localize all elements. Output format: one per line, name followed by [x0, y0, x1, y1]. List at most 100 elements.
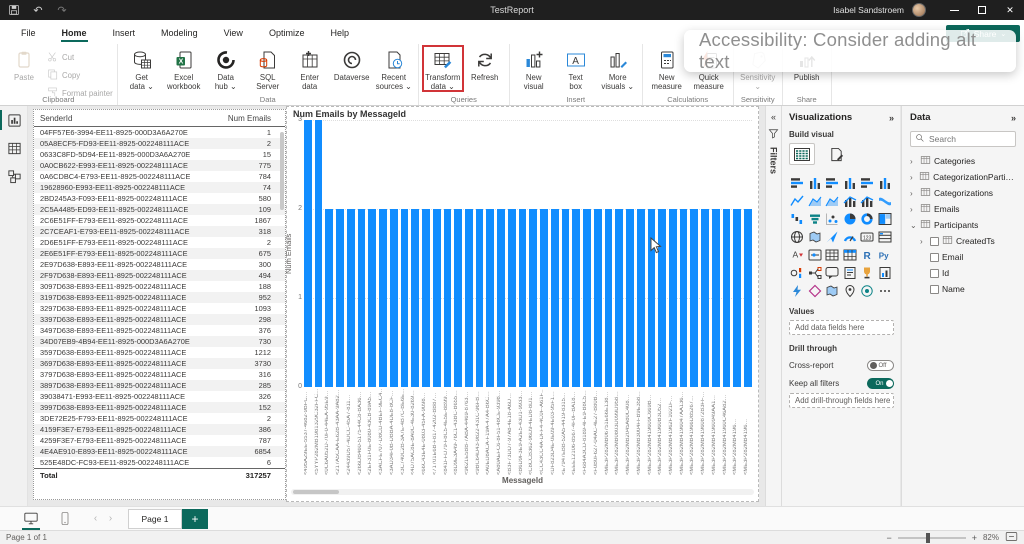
table-row[interactable]: 2C7CEAF1-E793-EE11-8925-002248111ACE318 — [34, 226, 285, 237]
bar[interactable] — [486, 209, 494, 387]
filters-pane-title[interactable]: Filters — [769, 147, 779, 174]
table-row[interactable]: 4159F3E7-E793-EE11-8925-002248111ACE386 — [34, 424, 285, 435]
bar[interactable] — [325, 209, 333, 387]
kpi-icon[interactable]: A — [789, 247, 805, 262]
table-row[interactable]: 3297D638-E893-EE11-8925-002248111ACE1093 — [34, 303, 285, 314]
stacked-area-chart-icon[interactable] — [824, 193, 840, 208]
table-row[interactable]: 3397D638-E893-EE11-8925-002248111ACE298 — [34, 314, 285, 325]
avatar[interactable] — [912, 3, 926, 17]
bar[interactable] — [723, 209, 731, 387]
redo-icon[interactable]: ↷ — [55, 3, 69, 17]
donut-chart-icon[interactable] — [859, 211, 875, 226]
bar[interactable] — [411, 209, 419, 387]
recent-sources-button[interactable]: Recent sources ⌄ — [374, 46, 414, 91]
data-table-categorizations[interactable]: ›Categorizations — [910, 185, 1016, 201]
table-row[interactable]: 4E4AE910-E893-EE11-8925-002248111ACE6854 — [34, 446, 285, 457]
bar[interactable] — [626, 209, 634, 387]
data-table-emails[interactable]: ›Emails — [910, 201, 1016, 217]
table-row[interactable]: 3797D638-E893-EE11-8925-002248111ACE316 — [34, 369, 285, 380]
bar[interactable] — [444, 209, 452, 387]
chevron-right-icon[interactable]: › — [910, 173, 916, 182]
bar[interactable] — [712, 209, 720, 387]
collapse-pane-icon[interactable]: » — [889, 113, 894, 123]
table-row[interactable]: 39038471-E993-EE11-8925-002248111ACE326 — [34, 391, 285, 402]
field-checkbox[interactable] — [930, 269, 939, 278]
metrics-icon[interactable] — [859, 265, 875, 280]
bar[interactable] — [508, 209, 516, 387]
table-row[interactable]: 3097D638-E893-EE11-8925-002248111ACE188 — [34, 281, 285, 292]
scorecard-icon[interactable] — [859, 283, 875, 298]
chevron-right-icon[interactable]: › — [910, 157, 917, 166]
field-checkbox[interactable] — [930, 237, 939, 246]
bar[interactable] — [583, 209, 591, 387]
dataverse-button[interactable]: Dataverse — [332, 46, 372, 82]
bar[interactable] — [422, 209, 430, 387]
treemap-icon[interactable] — [877, 211, 893, 226]
new-visual-button[interactable]: New visual — [514, 46, 554, 91]
table-col-senderid[interactable]: SenderId — [40, 114, 72, 123]
bar[interactable] — [454, 209, 462, 387]
sql-server-button[interactable]: SQL Server — [248, 46, 288, 91]
chart-scrollbar-thumb[interactable] — [293, 490, 339, 494]
r-script-visual-icon[interactable]: R — [859, 247, 875, 262]
bar[interactable] — [401, 209, 409, 387]
paginated-report-icon[interactable] — [877, 265, 893, 280]
table-row[interactable]: 2F97D638-E893-EE11-8925-002248111ACE494 — [34, 270, 285, 281]
report-canvas[interactable]: SenderId Num Emails 04FF57E6-3994-EE11-8… — [28, 106, 765, 506]
previous-page-icon[interactable]: ‹ — [88, 513, 103, 524]
bar[interactable] — [358, 209, 366, 387]
decomposition-tree-icon[interactable] — [807, 265, 823, 280]
bar[interactable] — [744, 209, 752, 387]
table-view-button[interactable] — [0, 134, 28, 162]
zoom-out-button[interactable]: − — [886, 533, 891, 543]
zoom-slider-thumb[interactable] — [926, 533, 930, 543]
more-visuals-options-icon[interactable] — [877, 283, 893, 298]
table-row[interactable]: 2C5A4485-ED93-EE11-8925-002248111ACE109 — [34, 204, 285, 215]
q-and-a-icon[interactable] — [824, 265, 840, 280]
table-row[interactable]: 0A6CDBC4-E793-EE11-8925-002248111ACE784 — [34, 171, 285, 182]
field-checkbox[interactable] — [930, 253, 939, 262]
area-chart-icon[interactable] — [807, 193, 823, 208]
save-icon[interactable] — [7, 3, 21, 17]
table-row[interactable]: 04FF57E6-3994-EE11-8925-000D3A6A270E1 — [34, 127, 285, 138]
bar[interactable] — [529, 209, 537, 387]
undo-icon[interactable]: ↶ — [31, 3, 45, 17]
table-row[interactable]: 525E48DC-FC93-EE11-8925-002248111ACE6 — [34, 457, 285, 468]
enter-data-button[interactable]: Enter data — [290, 46, 330, 91]
cross-report-toggle[interactable]: Off — [867, 360, 894, 371]
field-id[interactable]: Id — [910, 265, 1016, 281]
line-chart-icon[interactable] — [789, 193, 805, 208]
field-name[interactable]: Name — [910, 281, 1016, 297]
new-page-button[interactable]: + — [182, 509, 208, 529]
data-table-categories[interactable]: ›Categories — [910, 153, 1016, 169]
more-visuals-button[interactable]: More visuals ⌄ — [598, 46, 638, 91]
minimize-button[interactable] — [940, 0, 968, 20]
values-field-well[interactable]: Add data fields here — [789, 320, 894, 335]
bar[interactable] — [615, 209, 623, 387]
bar[interactable] — [690, 209, 698, 387]
power-apps-icon[interactable] — [807, 283, 823, 298]
close-button[interactable]: ✕ — [996, 0, 1024, 20]
table-row[interactable]: 0A0CB622-E993-EE11-8925-002248111ACE775 — [34, 160, 285, 171]
table-row[interactable]: 0633C8FD-5D94-EE11-8925-000D3A6A270E15 — [34, 149, 285, 160]
excel-workbook-button[interactable]: XExcel workbook — [164, 46, 204, 91]
field-checkbox[interactable] — [930, 285, 939, 294]
bar[interactable] — [680, 209, 688, 387]
ribbon-chart-icon[interactable] — [877, 193, 893, 208]
bar[interactable] — [594, 209, 602, 387]
filled-map-icon[interactable] — [807, 229, 823, 244]
table-row[interactable]: 2E6E51FF-E793-EE11-8925-002248111ACE675 — [34, 248, 285, 259]
bar-chart-visual[interactable]: Num Emails by MessageId Num Emails 0123 … — [286, 106, 759, 502]
smart-narrative-icon[interactable] — [842, 265, 858, 280]
restore-button[interactable] — [968, 0, 996, 20]
report-view-button[interactable] — [0, 106, 28, 134]
bar[interactable] — [347, 209, 355, 387]
matrix-icon[interactable] — [842, 247, 858, 262]
chart-scrollbar[interactable] — [291, 489, 754, 495]
bar[interactable] — [433, 209, 441, 387]
table-row[interactable]: 3497D638-E893-EE11-8925-002248111ACE376 — [34, 325, 285, 336]
multi-row-card-icon[interactable] — [877, 229, 893, 244]
chevron-right-icon[interactable]: › — [920, 237, 927, 246]
menu-tab-optimize[interactable]: Optimize — [258, 23, 316, 44]
100-stacked-bar-chart-icon[interactable] — [859, 175, 875, 190]
